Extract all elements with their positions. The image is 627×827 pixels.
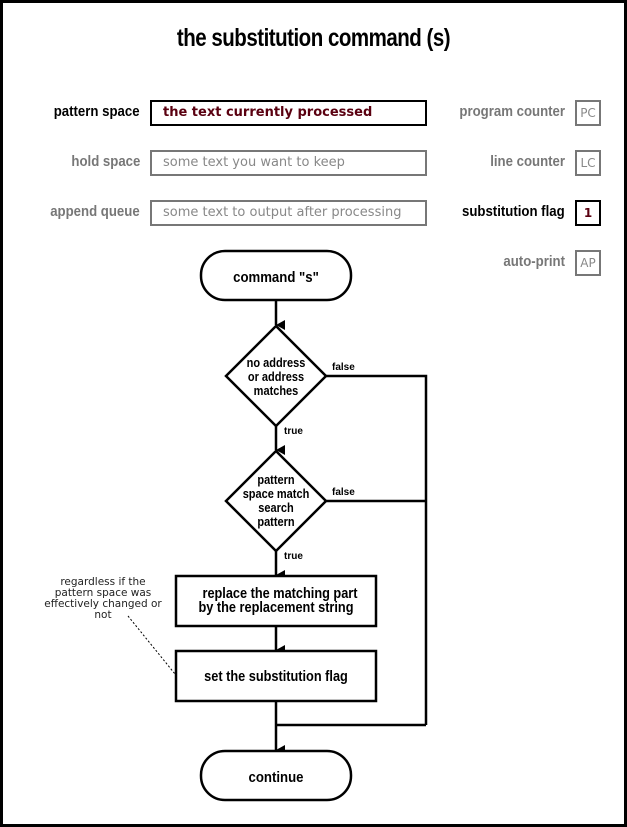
decision2-line3: search <box>258 501 293 515</box>
decision2-line2: space match <box>243 487 310 501</box>
end-label: continue <box>249 768 304 785</box>
start-label: command "s" <box>233 268 319 285</box>
process2-label: set the substitution flag <box>204 667 348 684</box>
decision2-false-label: false <box>332 487 355 498</box>
flowchart: command "s" no address or address matche… <box>127 249 428 802</box>
decision1-line3: matches <box>254 384 299 398</box>
decision1-true-label: true <box>284 426 303 437</box>
process1-line2: by the replacement string <box>198 598 353 615</box>
note-pointer <box>127 615 176 675</box>
decision1-line1: no address <box>247 356 306 370</box>
decision2-line1: pattern <box>257 473 294 487</box>
decision1-false-label: false <box>332 362 355 373</box>
decision2-true-label: true <box>284 551 303 562</box>
annotation-note: regardless if the pattern space was effe… <box>44 576 162 621</box>
decision1-line2: or address <box>248 370 305 384</box>
decision2-line4: pattern <box>257 515 294 529</box>
